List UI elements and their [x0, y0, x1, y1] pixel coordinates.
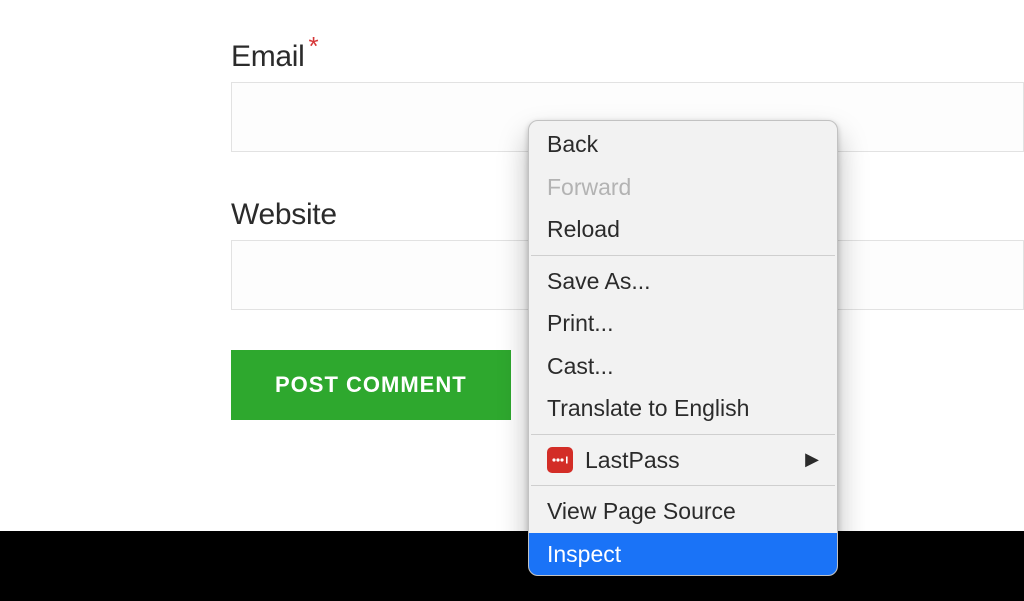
context-menu-item-view-source[interactable]: View Page Source — [529, 490, 837, 533]
submenu-arrow-icon: ▶ — [805, 446, 819, 473]
context-menu-label-view-source: View Page Source — [547, 494, 736, 529]
context-menu-label-save-as: Save As... — [547, 264, 651, 299]
context-menu-label-lastpass: LastPass — [585, 443, 680, 478]
context-menu-separator — [531, 434, 835, 435]
context-menu-label-forward: Forward — [547, 170, 631, 205]
context-menu-label-back: Back — [547, 127, 598, 162]
context-menu-item-translate[interactable]: Translate to English — [529, 387, 837, 430]
context-menu-item-save-as[interactable]: Save As... — [529, 260, 837, 303]
context-menu-item-lastpass[interactable]: LastPass ▶ — [529, 439, 837, 482]
context-menu-label-reload: Reload — [547, 212, 620, 247]
context-menu-item-print[interactable]: Print... — [529, 302, 837, 345]
context-menu-item-cast[interactable]: Cast... — [529, 345, 837, 388]
context-menu-label-translate: Translate to English — [547, 391, 749, 426]
required-mark: * — [309, 31, 319, 61]
context-menu: Back Forward Reload Save As... Print... … — [528, 120, 838, 576]
email-label: Email* — [231, 40, 1024, 74]
context-menu-label-inspect: Inspect — [547, 537, 621, 572]
email-label-text: Email — [231, 40, 305, 73]
context-menu-separator — [531, 485, 835, 486]
context-menu-item-inspect[interactable]: Inspect — [529, 533, 837, 576]
lastpass-icon — [547, 447, 573, 473]
context-menu-item-reload[interactable]: Reload — [529, 208, 837, 251]
context-menu-label-print: Print... — [547, 306, 613, 341]
context-menu-label-cast: Cast... — [547, 349, 613, 384]
post-comment-button[interactable]: POST COMMENT — [231, 350, 511, 420]
context-menu-item-back[interactable]: Back — [529, 123, 837, 166]
page-footer — [0, 531, 1024, 601]
context-menu-item-forward: Forward — [529, 166, 837, 209]
context-menu-separator — [531, 255, 835, 256]
